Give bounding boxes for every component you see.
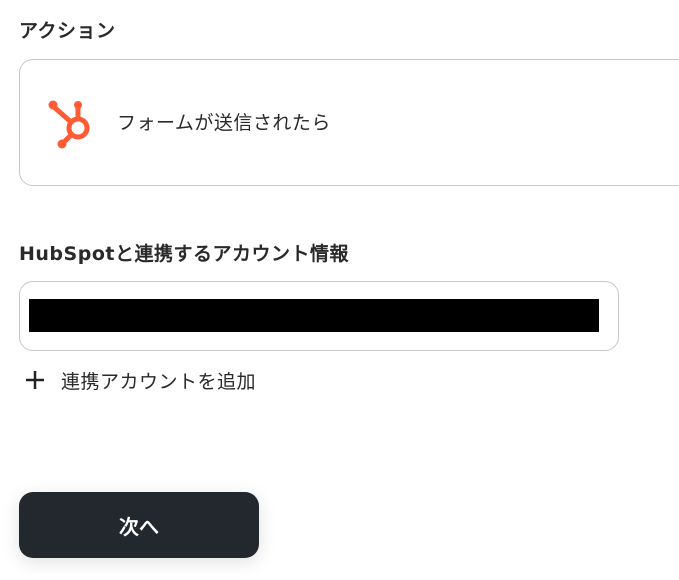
add-account-label: 連携アカウントを追加 <box>61 370 257 393</box>
add-account-button[interactable]: 連携アカウントを追加 <box>24 364 256 396</box>
action-label: フォームが送信されたら <box>117 112 331 134</box>
page: アクション フォームが送信されたら HubSpotと連携するアカウント情報 連携… <box>0 0 679 580</box>
account-section-title: HubSpotと連携するアカウント情報 <box>19 243 349 265</box>
plus-icon <box>24 369 46 391</box>
account-select[interactable] <box>19 281 619 351</box>
action-section-title: アクション <box>19 20 116 42</box>
action-card[interactable]: フォームが送信されたら <box>19 59 679 186</box>
hubspot-icon <box>48 98 98 150</box>
redacted-account-value <box>29 299 599 332</box>
next-button[interactable]: 次へ <box>19 492 259 558</box>
